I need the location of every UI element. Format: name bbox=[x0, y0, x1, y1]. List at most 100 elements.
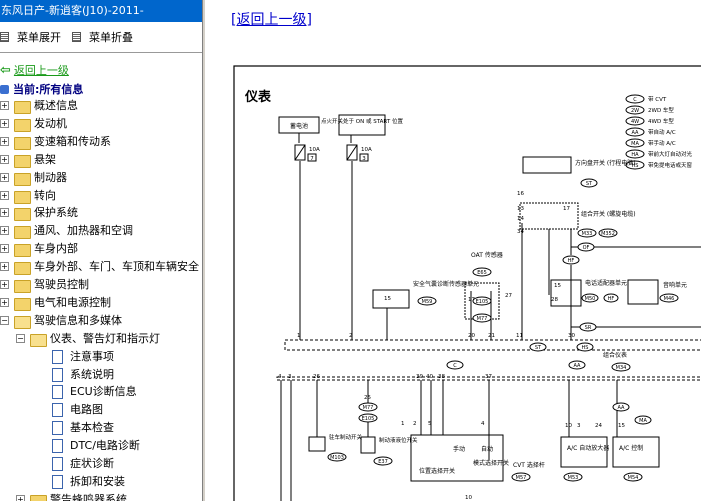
svg-text:组合仪表: 组合仪表 bbox=[603, 351, 627, 359]
pin-number: 25 bbox=[364, 395, 371, 401]
menu-toolbar: 菜单展开 菜单折叠 bbox=[0, 22, 202, 50]
svg-text:位置选择开关: 位置选择开关 bbox=[419, 467, 455, 475]
folder-icon bbox=[14, 172, 31, 186]
fuse-2-no: 3 bbox=[362, 156, 366, 162]
pin-number: 10 bbox=[465, 495, 472, 501]
pin-number: 4 bbox=[278, 374, 282, 380]
svg-text:E37: E37 bbox=[378, 459, 388, 465]
expand-toggle-icon[interactable]: + bbox=[0, 172, 9, 182]
svg-text:手动: 手动 bbox=[453, 445, 465, 453]
pin-number: 15 bbox=[384, 296, 391, 302]
folder-icon bbox=[14, 136, 31, 150]
folder-icon bbox=[14, 190, 31, 204]
svg-text:M77: M77 bbox=[363, 405, 374, 411]
expand-toggle-icon[interactable]: + bbox=[0, 262, 9, 272]
folder-icon bbox=[14, 118, 31, 132]
pin-number: 38 bbox=[438, 374, 445, 380]
svg-text:安全气囊诊断传感器单元: 安全气囊诊断传感器单元 bbox=[413, 280, 479, 288]
tree-item-label: 症状诊断 bbox=[70, 457, 114, 470]
pin-number: 24 bbox=[595, 423, 602, 429]
pin-number: 13 bbox=[517, 206, 524, 212]
content-panel: [返回上一级] 仪表 C 带 CVT 2W 2WD 车型 4W 4WD 车型 AA 带自动 A… bbox=[205, 0, 701, 501]
expand-toggle-icon[interactable]: + bbox=[0, 280, 9, 289]
document-icon bbox=[52, 349, 63, 364]
pin-number: 2 bbox=[413, 421, 417, 427]
pin-number: 40 bbox=[426, 374, 433, 380]
wiring-diagram: 仪表 C 带 CVT 2W 2WD 车型 4W 4WD 车型 AA 带自动 A/C MA 带手动 … bbox=[233, 65, 701, 501]
combo-switch-label: 组合开关 (螺旋电缆) bbox=[581, 210, 636, 218]
svg-text:M33: M33 bbox=[582, 231, 593, 237]
folder-icon bbox=[14, 101, 31, 114]
svg-text:HF: HF bbox=[568, 258, 575, 264]
expand-toggle-icon[interactable]: + bbox=[0, 244, 9, 254]
legend-text: 带手动 A/C bbox=[648, 139, 676, 147]
pin-number: 16 bbox=[517, 191, 524, 197]
pin-number: 11 bbox=[516, 333, 523, 339]
pin-number: 10 bbox=[565, 423, 572, 429]
pin-number: 14 bbox=[517, 216, 524, 222]
folder-icon bbox=[14, 262, 31, 276]
svg-text:自动: 自动 bbox=[481, 445, 493, 453]
expand-toggle-icon[interactable]: + bbox=[0, 136, 9, 146]
document-icon bbox=[52, 385, 63, 400]
svg-text:M103: M103 bbox=[330, 455, 344, 461]
content-back-link[interactable]: [返回上一级] bbox=[231, 9, 312, 29]
back-link-row[interactable]: ⇦ 返回上一级 bbox=[0, 62, 69, 78]
folder-icon bbox=[14, 297, 31, 311]
folder-icon bbox=[14, 154, 31, 168]
ignition-switch-box bbox=[338, 114, 386, 136]
svg-text:制动液液位开关: 制动液液位开关 bbox=[379, 436, 418, 444]
svg-text:M50: M50 bbox=[585, 296, 596, 302]
expand-toggle-icon[interactable]: + bbox=[0, 208, 9, 218]
legend-code: HA bbox=[631, 152, 639, 158]
tree-item-label: 转向 bbox=[34, 188, 56, 202]
expand-toggle-icon[interactable]: + bbox=[0, 118, 9, 128]
fuse-1-rating: 10A bbox=[309, 147, 320, 153]
svg-text:AA: AA bbox=[618, 405, 626, 411]
legend-text: 带前大灯自动对光 bbox=[648, 150, 693, 158]
svg-text:A/C 自动放大器: A/C 自动放大器 bbox=[567, 444, 609, 452]
svg-text:模式选择开关: 模式选择开关 bbox=[473, 459, 509, 467]
collapse-toggle-icon[interactable]: − bbox=[0, 315, 9, 325]
tree-item-label: 仪表、警告灯和指示灯 bbox=[50, 331, 160, 345]
expand-toggle-icon[interactable]: + bbox=[0, 190, 9, 200]
fuse-1-no: 7 bbox=[310, 156, 314, 162]
pin-number: 37 bbox=[485, 374, 492, 380]
pin-number: 1 bbox=[401, 421, 405, 427]
legend-code: 4W bbox=[631, 119, 639, 125]
collapse-menu-button[interactable]: 菜单折叠 bbox=[72, 29, 133, 45]
svg-text:M352: M352 bbox=[601, 231, 615, 237]
svg-text:AA: AA bbox=[574, 363, 582, 369]
tree-item-label: 变速箱和传动系 bbox=[34, 134, 111, 148]
back-arrow-icon: ⇦ bbox=[0, 63, 11, 78]
left-navigation-panel: 东风日产-新逍客(J10)-2011- 菜单展开 菜单折叠 ⇦ 返回上一级 当前:… bbox=[0, 0, 202, 501]
document-icon bbox=[52, 421, 63, 436]
svg-text:SR: SR bbox=[585, 325, 592, 331]
expand-toggle-icon[interactable]: + bbox=[16, 494, 25, 501]
collapse-toggle-icon[interactable]: − bbox=[16, 333, 25, 343]
tree-item-label: 悬架 bbox=[34, 152, 56, 166]
list-icon bbox=[0, 32, 9, 42]
tree-item-label: 概述信息 bbox=[34, 99, 78, 112]
expand-toggle-icon[interactable]: + bbox=[0, 297, 9, 307]
pin-number: 17 bbox=[563, 206, 570, 212]
back-link[interactable]: 返回上一级 bbox=[14, 64, 69, 77]
divider bbox=[0, 52, 202, 53]
folder-icon bbox=[14, 208, 31, 222]
diagram-title: 仪表 bbox=[244, 89, 272, 105]
tree-item-label: 发动机 bbox=[34, 116, 67, 130]
legend-text: 2WD 车型 bbox=[648, 106, 674, 114]
pin-number: 28 bbox=[551, 297, 558, 303]
expand-toggle-icon[interactable]: + bbox=[0, 154, 9, 164]
expand-toggle-icon[interactable]: + bbox=[0, 101, 9, 110]
legend-text: 4WD 车型 bbox=[648, 117, 674, 125]
expand-toggle-icon[interactable]: + bbox=[0, 226, 9, 236]
expand-menu-button[interactable]: 菜单展开 bbox=[0, 29, 61, 45]
pin-number: 5 bbox=[428, 421, 432, 427]
folder-icon bbox=[14, 315, 31, 329]
tree-item-label: 驾驶信息和多媒体 bbox=[34, 313, 122, 327]
tag-ST-top: ST bbox=[586, 181, 593, 187]
document-icon bbox=[52, 403, 63, 418]
folder-icon bbox=[30, 333, 47, 347]
legend-code: AA bbox=[632, 130, 640, 136]
